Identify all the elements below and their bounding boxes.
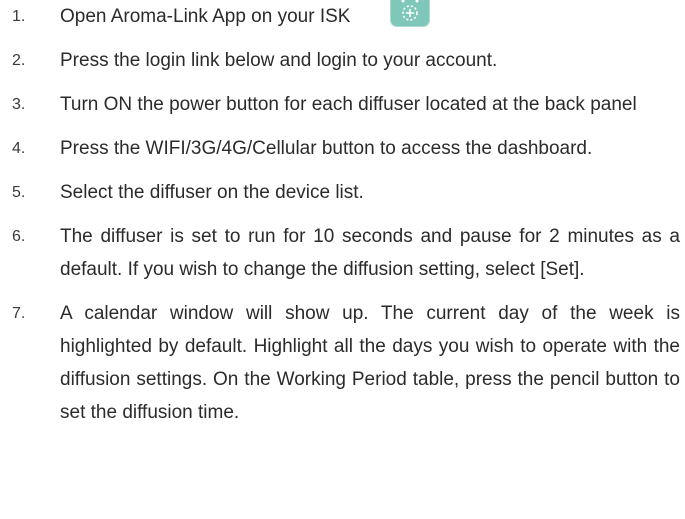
step-number: 2.: [12, 52, 26, 69]
step-number: 4.: [12, 140, 26, 157]
list-item: 7. A calendar window will show up. The c…: [12, 297, 680, 429]
step-number: 5.: [12, 184, 26, 201]
list-item: 5. Select the diffuser on the device lis…: [12, 176, 680, 209]
step-text: Press the WIFI/3G/4G/Cellular button to …: [60, 138, 593, 159]
step-number: 6.: [12, 228, 26, 245]
step-text: The diffuser is set to run for 10 second…: [60, 226, 680, 280]
step-text: Turn ON the power button for each diffus…: [60, 94, 637, 115]
step-number: 7.: [12, 305, 26, 322]
step-number: 3.: [12, 96, 26, 113]
list-item: 6. The diffuser is set to run for 10 sec…: [12, 220, 680, 286]
step-text: A calendar window will show up. The curr…: [60, 303, 680, 423]
step-1-text: Open Aroma-Link App on your ISK: [60, 6, 351, 27]
list-item: 3. Turn ON the power button for each dif…: [12, 88, 680, 121]
step-text: Press the login link below and login to …: [60, 50, 498, 71]
step-number: 1.: [12, 8, 26, 25]
aroma-link-app-icon: [389, 0, 430, 27]
list-item: 4. Press the WIFI/3G/4G/Cellular button …: [12, 132, 680, 165]
step-text: Open Aroma-Link App on your ISK: [60, 0, 680, 33]
list-item: 1. Open Aroma-Link App on your ISK: [12, 0, 680, 33]
step-text: Select the diffuser on the device list.: [60, 182, 364, 203]
list-item: 2. Press the login link below and login …: [12, 44, 680, 77]
instruction-list: 1. Open Aroma-Link App on your ISK 2. Pr…: [12, 0, 680, 440]
